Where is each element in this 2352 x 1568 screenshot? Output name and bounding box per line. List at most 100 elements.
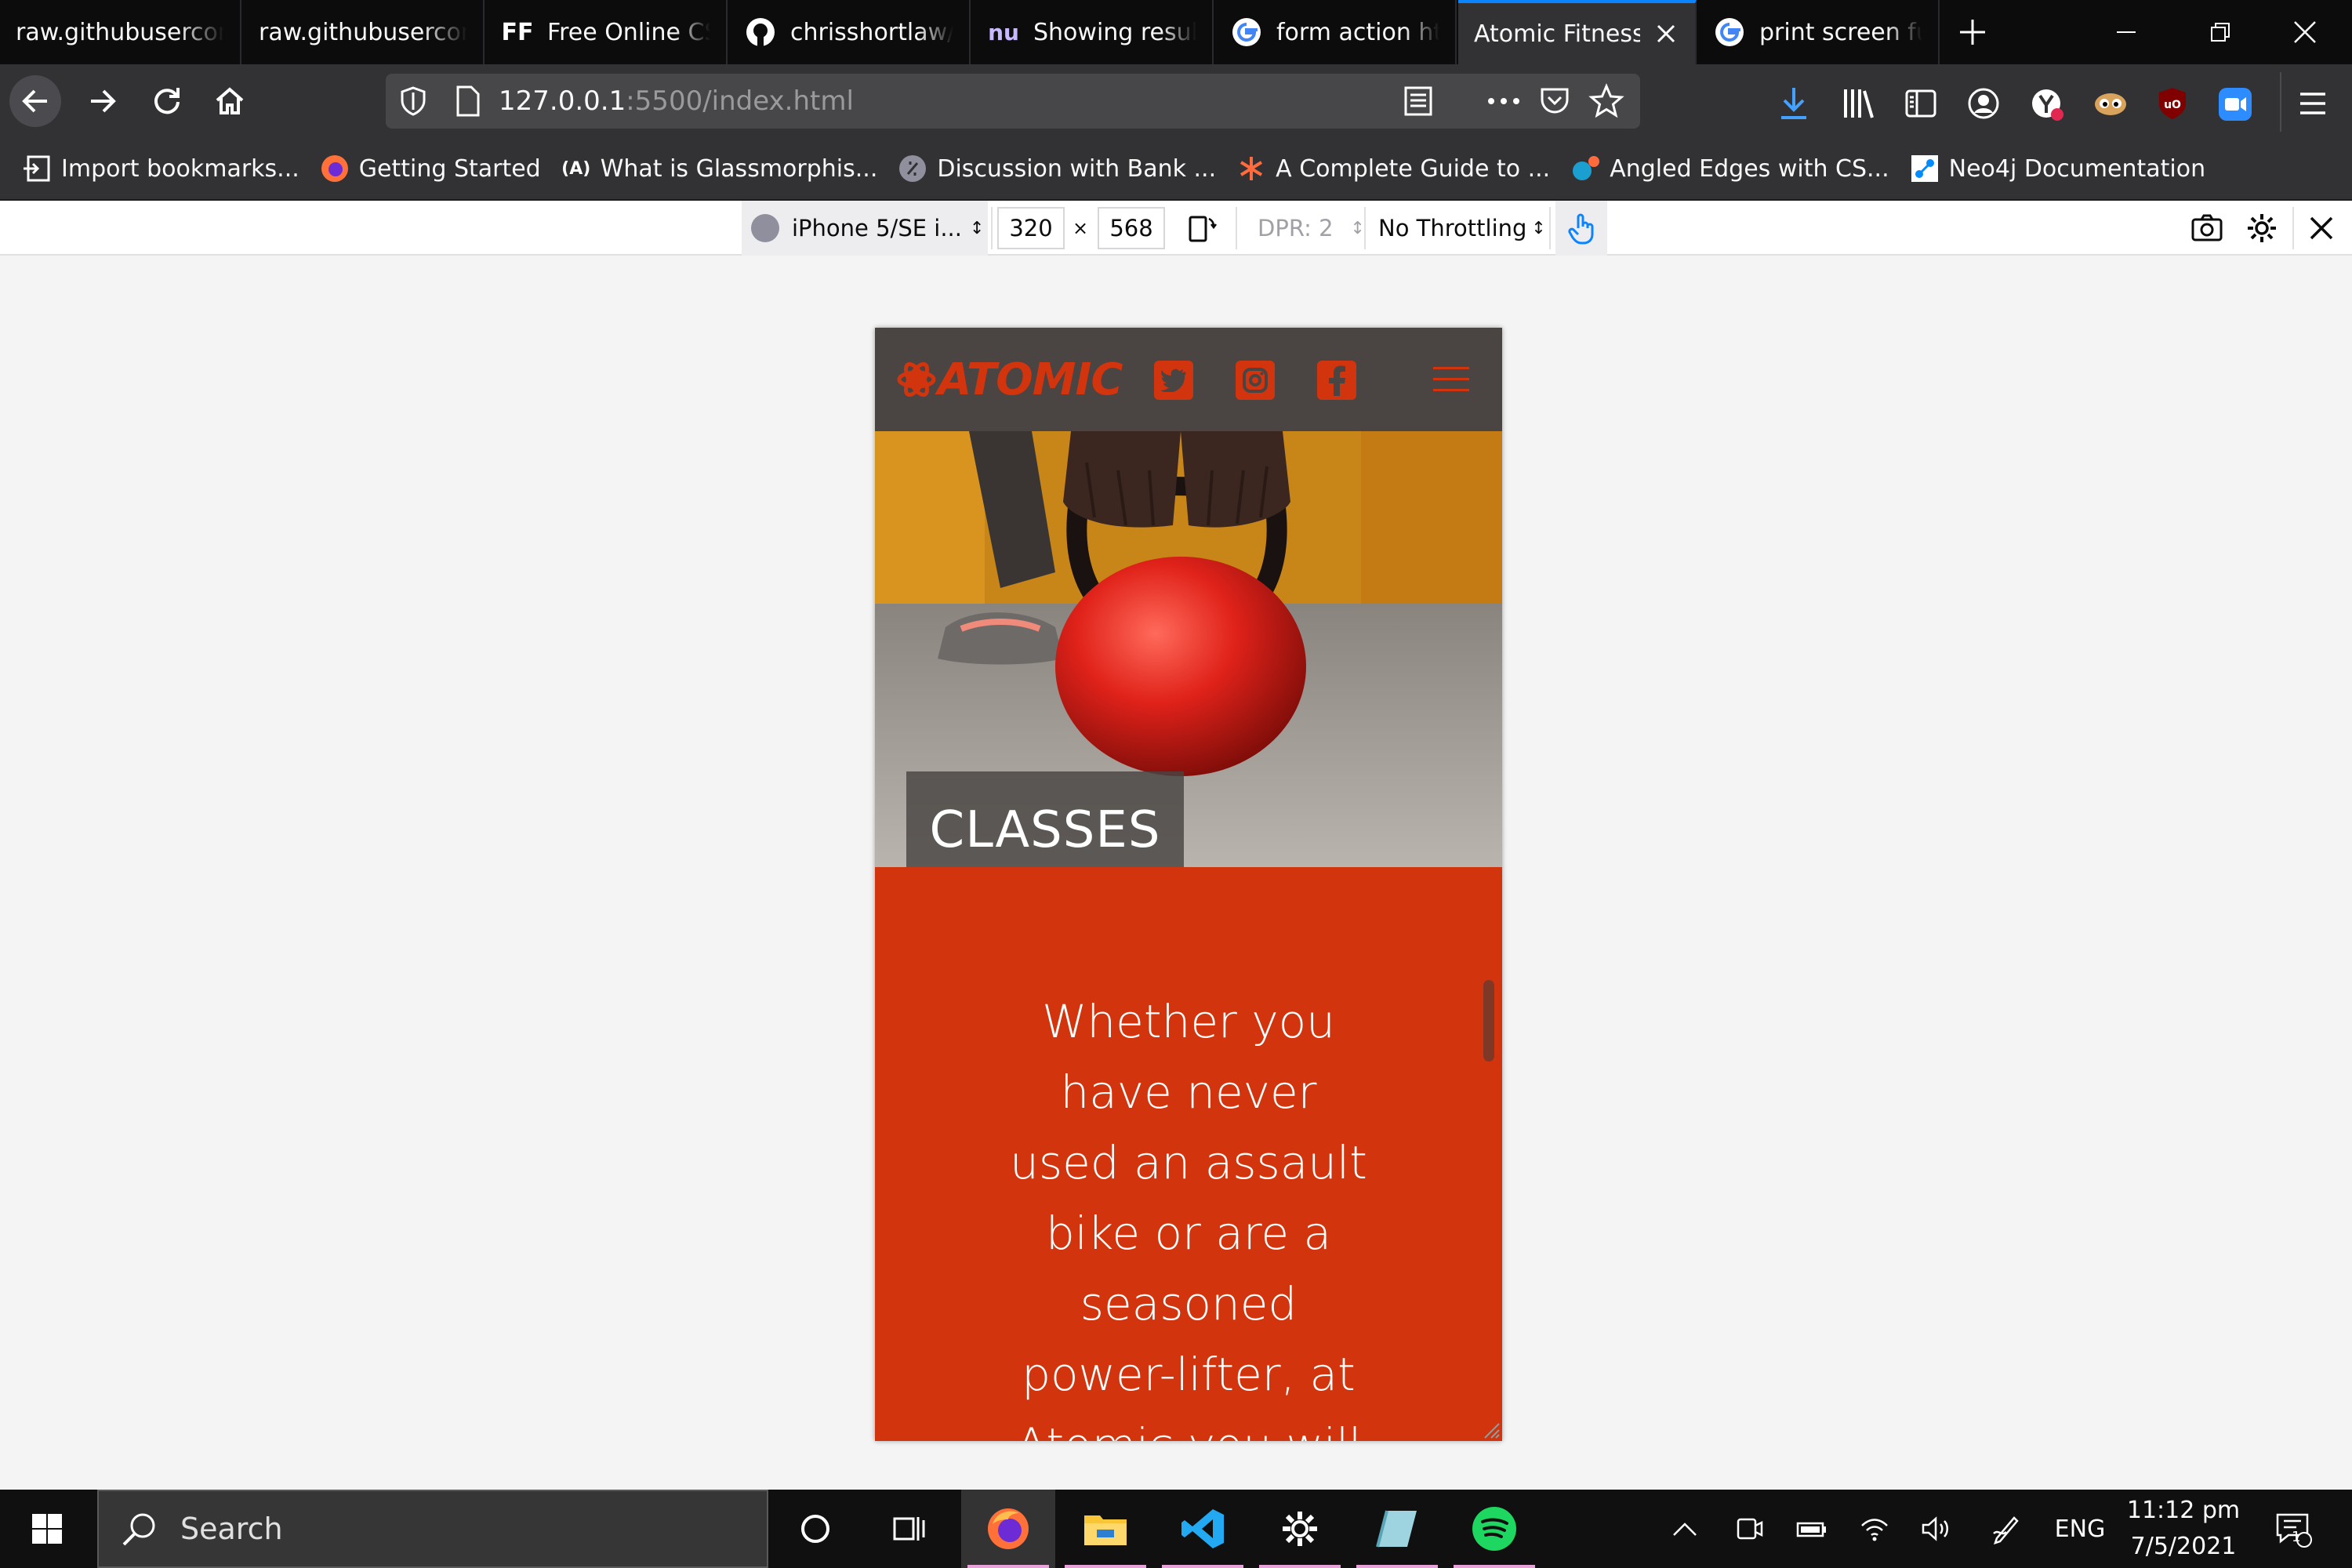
touch-simulation-button[interactable] [1555,201,1607,256]
url-bar[interactable]: 127.0.0.1:5500/index.html [386,74,1640,129]
width-value: 320 [1009,215,1053,241]
height-value: 568 [1109,215,1153,241]
tab-free-online-css[interactable]: FF Free Online CSS [486,0,728,64]
bookmark-star-icon[interactable] [1588,83,1624,119]
tab-label: print screen fun [1759,18,1922,46]
extension-y-icon[interactable] [2029,86,2065,122]
zoom-extension-icon[interactable] [2217,86,2253,122]
ublock-icon[interactable]: uO [2156,86,2189,121]
more-actions-icon[interactable] [1485,85,1523,118]
bookmark-label: Discussion with Bank ... [937,154,1217,183]
tab-label: chrisshortlaw/c [790,18,953,46]
throttling-selector[interactable]: No Throttling ↕ [1378,201,1546,256]
import-icon [22,154,52,183]
rotate-viewport-button[interactable] [1185,201,1217,256]
url-host: 127.0.0.1 [499,85,626,117]
show-hidden-icons[interactable] [1665,1490,1704,1568]
viewport-height-input[interactable]: 568 [1098,207,1165,249]
forward-button[interactable] [77,75,129,127]
screenshot-button[interactable] [2190,201,2223,256]
file-explorer-icon[interactable] [1058,1490,1152,1568]
hamburger-menu-icon[interactable] [1433,367,1469,392]
cortana-icon[interactable] [768,1490,862,1568]
volume-icon[interactable] [1916,1490,1955,1568]
extension-eyes-icon[interactable] [2092,88,2129,121]
tab-github[interactable]: chrisshortlaw/c [729,0,971,64]
settings-gear-icon[interactable] [2245,201,2278,256]
facebook-icon[interactable] [1317,361,1356,400]
account-icon[interactable] [1966,86,2001,121]
toolbar-separator [1549,207,1551,249]
url-text[interactable]: 127.0.0.1:5500/index.html [499,74,854,129]
dpr-selector[interactable]: DPR: 2 ↕ [1258,201,1365,256]
tab-atomic-fitness[interactable]: Atomic Fitness | [1458,0,1697,64]
hero-image: CLASSES [875,431,1502,867]
tab-print-screen[interactable]: print screen fun [1698,0,1940,64]
bookmark-label: Neo4j Documentation [1948,154,2206,183]
bookmark-neo4j[interactable]: Neo4j Documentation [1910,145,2205,192]
settings-taskbar-icon[interactable] [1253,1490,1347,1568]
twitter-icon[interactable] [1154,361,1193,400]
pen-workspace-icon[interactable] [1987,1490,2026,1568]
pocket-icon[interactable] [1538,85,1571,118]
meet-now-icon[interactable] [1730,1490,1769,1568]
tab-form-action[interactable]: form action htm [1215,0,1457,64]
viewport-width-input[interactable]: 320 [997,207,1065,249]
bookmark-angled-edges[interactable]: Angled Edges with CS... [1570,145,1889,192]
search-icon [121,1510,158,1548]
resize-handle-icon[interactable] [1479,1417,1501,1439]
clock-time: 11:12 pm [2126,1497,2241,1524]
notifications-icon[interactable]: 1 [2266,1490,2321,1568]
taskbar-search-box[interactable]: Search [97,1490,768,1568]
close-tab-icon[interactable] [1653,20,1679,47]
mobile-viewport: ATOMIC CLASSES Whether you have never us… [875,328,1502,1441]
bookmarks-toolbar: Import bookmarks... Getting Started (A) … [0,138,2352,201]
bookmark-label: Getting Started [358,154,541,183]
app-menu-icon[interactable] [2297,88,2328,119]
reader-view-icon[interactable] [1402,85,1435,118]
bookmark-label: What is Glassmorphis... [600,154,878,183]
device-selector-content: iPhone 5/SE i... ↕ [750,201,984,256]
library-icon[interactable] [1841,86,1875,121]
downloads-icon[interactable] [1777,85,1811,122]
bookmark-discussion-bank[interactable]: Discussion with Bank ... [898,145,1216,192]
bookmark-complete-guide[interactable]: A Complete Guide to ... [1236,145,1550,192]
firefox-icon [320,154,350,183]
new-tab-icon[interactable] [1941,0,2004,64]
viewport-scrollbar[interactable] [1483,980,1494,1062]
bookmark-import[interactable]: Import bookmarks... [22,145,299,192]
spotify-icon[interactable] [1447,1490,1541,1568]
bookmark-getting-started[interactable]: Getting Started [320,145,541,192]
bookmark-label: Angled Edges with CS... [1610,154,1889,183]
instagram-icon[interactable] [1236,361,1275,400]
shield-icon[interactable] [397,85,430,118]
sidebar-icon[interactable] [1904,86,1938,121]
notes-app-icon[interactable] [1350,1490,1444,1568]
vscode-icon[interactable] [1156,1490,1250,1568]
hero-title: CLASSES [929,801,1161,859]
back-button[interactable] [9,75,61,127]
compass-icon [750,212,781,244]
close-rdm-icon[interactable] [2308,201,2335,256]
tab-raw-github-1[interactable]: raw.githubusercont [0,0,241,64]
minimize-icon[interactable] [2079,0,2173,64]
nu-icon: nu [988,19,1019,45]
intro-line: Atomic you will [993,1410,1385,1441]
home-button[interactable] [204,75,256,127]
tab-raw-github-2[interactable]: raw.githubusercont [243,0,485,64]
firefox-taskbar-icon[interactable] [961,1490,1055,1568]
battery-icon[interactable] [1792,1490,1831,1568]
site-logo[interactable]: ATOMIC [897,351,1123,408]
clock[interactable]: 11:12 pm 7/5/2021 [2125,1490,2242,1568]
reload-button[interactable] [141,75,193,127]
tab-showing-results[interactable]: nu Showing results [972,0,1214,64]
input-language[interactable]: ENG [2045,1490,2115,1568]
asterisk-icon [1236,154,1266,183]
windows-start-icon[interactable] [0,1490,94,1568]
wifi-icon[interactable] [1855,1490,1894,1568]
bookmark-glassmorphism[interactable]: (A) What is Glassmorphis... [561,145,878,192]
close-window-icon[interactable] [2258,0,2352,64]
restore-icon[interactable] [2173,0,2267,64]
task-view-icon[interactable] [862,1490,956,1568]
toolbar-divider [2280,72,2281,132]
